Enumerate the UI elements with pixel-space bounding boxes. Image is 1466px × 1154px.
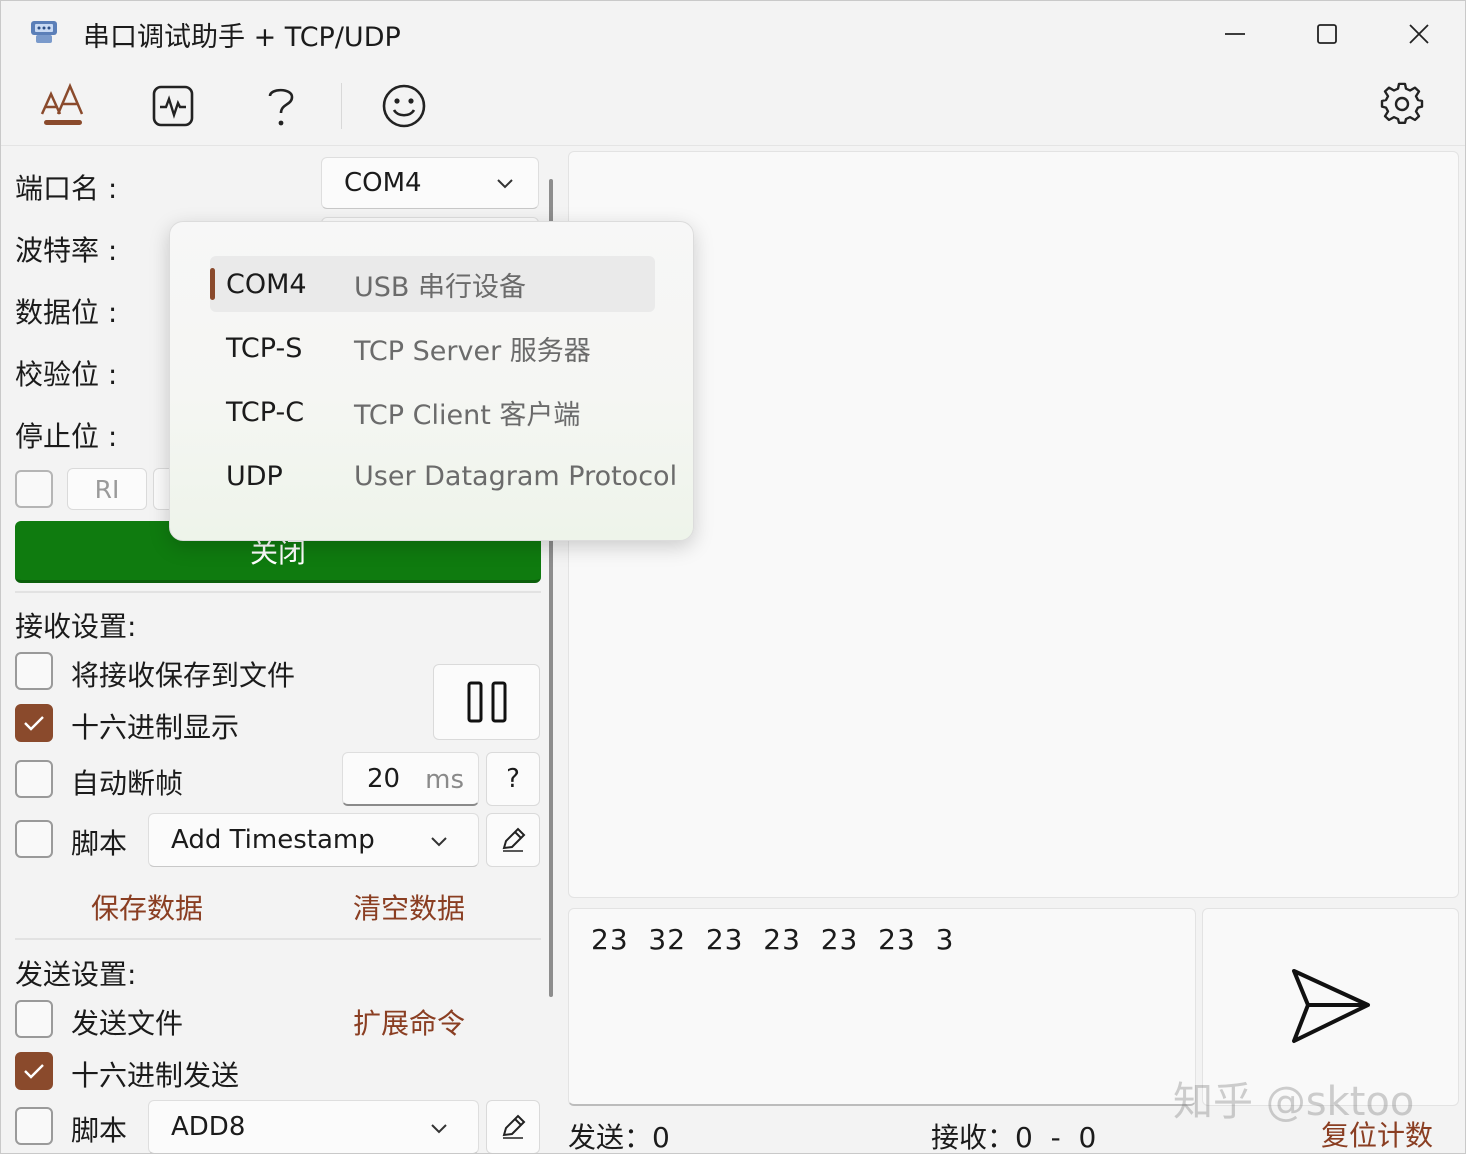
pause-icon (467, 681, 506, 723)
toolbar-separator (1, 145, 1465, 146)
chevron-down-icon (431, 837, 447, 847)
reset-counter-link[interactable]: 复位计数 (1321, 1114, 1433, 1153)
gear-icon (1380, 82, 1424, 124)
waveform-icon (152, 85, 194, 127)
save-to-file-checkbox[interactable] (15, 652, 53, 690)
font-icon (40, 82, 84, 125)
auto-frame-label: 自动断帧 (71, 767, 184, 800)
check-icon (24, 1064, 44, 1079)
smiley-button[interactable] (369, 71, 439, 141)
send-settings-header: 发送设置: (15, 958, 137, 991)
send-icon (1291, 969, 1370, 1043)
frame-help-button[interactable]: ? (486, 752, 540, 806)
databits-label: 数据位 : (15, 296, 118, 329)
close-icon (1409, 24, 1429, 44)
window-title: 串口调试助手 + TCP/UDP (83, 22, 401, 53)
frame-ms-value: 20 (367, 763, 401, 794)
hex-display-checkbox[interactable] (15, 704, 53, 742)
port-select[interactable]: COM4 (321, 157, 539, 209)
maximize-button[interactable] (1297, 9, 1357, 59)
dtr-checkbox[interactable] (15, 470, 53, 508)
clear-data-link[interactable]: 清空数据 (353, 887, 465, 927)
chevron-down-icon (431, 1124, 447, 1134)
frame-ms-unit: ms (425, 765, 464, 795)
divider-send (15, 938, 541, 940)
help-icon (268, 88, 294, 126)
app-window: 串口调试助手 + TCP/UDP 端口名: COM4 波特率: 数据位: … (0, 0, 1466, 1154)
port-option-desc: TCP Client 客户端 (354, 399, 581, 431)
stopbits-label: 停止位 : (15, 420, 118, 453)
toolbar-divider (341, 83, 342, 129)
hex-send-checkbox[interactable] (15, 1052, 53, 1090)
port-option-udp[interactable]: UDP User Datagram Protocol (210, 448, 680, 504)
sent-counter: 发送：0 (568, 1121, 670, 1154)
settings-button[interactable] (1367, 69, 1437, 139)
send-file-checkbox[interactable] (15, 1000, 53, 1038)
recv-script-value: Add Timestamp (171, 825, 375, 855)
recv-script-checkbox[interactable] (15, 820, 53, 858)
send-input[interactable]: 23 32 23 23 23 23 3 (568, 908, 1196, 1106)
ri-indicator: RI (67, 468, 147, 510)
send-script-edit-button[interactable] (486, 1100, 540, 1153)
waveform-button[interactable] (138, 71, 208, 141)
port-option-desc: TCP Server 服务器 (354, 335, 591, 367)
font-button[interactable] (29, 71, 99, 141)
port-option-com4[interactable]: COM4 USB 串行设备 (210, 256, 655, 312)
hex-send-label: 十六进制发送 (71, 1059, 240, 1092)
help-glyph: ? (506, 764, 520, 794)
port-label: 端口名 : (15, 172, 118, 205)
recv-script-edit-button[interactable] (486, 813, 540, 867)
pause-button[interactable] (433, 664, 540, 740)
port-option-key: UDP (226, 460, 283, 492)
port-option-key: TCP-C (226, 396, 305, 428)
help-button[interactable] (246, 71, 316, 141)
minimize-button[interactable] (1205, 9, 1265, 59)
maximize-icon (1317, 24, 1337, 44)
ri-label: RI (94, 474, 120, 504)
app-icon (27, 15, 61, 49)
smiley-icon (382, 84, 426, 128)
send-script-checkbox[interactable] (15, 1107, 53, 1145)
hex-display-label: 十六进制显示 (71, 711, 240, 744)
port-option-tcp-c[interactable]: TCP-C TCP Client 客户端 (210, 384, 655, 440)
pen-icon (502, 1114, 526, 1139)
pen-icon (502, 827, 526, 852)
divider-recv (15, 591, 541, 593)
send-script-label: 脚本 (71, 1114, 128, 1147)
recv-settings-header: 接收设置: (15, 610, 137, 643)
send-script-select[interactable]: ADD8 (148, 1100, 479, 1153)
port-option-desc: User Datagram Protocol (354, 460, 678, 492)
check-icon (24, 716, 44, 731)
ext-command-link[interactable]: 扩展命令 (353, 1002, 465, 1042)
port-option-key: TCP-S (226, 332, 303, 364)
port-dropdown-popup: COM4 USB 串行设备 TCP-S TCP Server 服务器 TCP-C… (169, 221, 694, 541)
selection-indicator (210, 268, 215, 300)
baud-label: 波特率 : (15, 234, 118, 267)
send-file-label: 发送文件 (71, 1007, 184, 1040)
port-option-tcp-s[interactable]: TCP-S TCP Server 服务器 (210, 320, 655, 376)
save-data-link[interactable]: 保存数据 (91, 887, 203, 927)
chevron-down-icon (497, 179, 513, 189)
port-option-desc: USB 串行设备 (354, 271, 527, 303)
recv-counter: 接收：0 - 0 (931, 1121, 1097, 1154)
receive-area[interactable] (568, 151, 1459, 898)
auto-frame-checkbox[interactable] (15, 760, 53, 798)
close-window-button[interactable] (1389, 9, 1449, 59)
send-input-text: 23 32 23 23 23 23 3 (591, 923, 955, 956)
frame-ms-input[interactable]: 20 ms (342, 752, 479, 806)
recv-script-label: 脚本 (71, 827, 128, 860)
port-select-value: COM4 (344, 168, 422, 198)
recv-script-select[interactable]: Add Timestamp (148, 813, 479, 867)
save-to-file-label: 将接收保存到文件 (71, 659, 296, 692)
minimize-icon (1225, 33, 1245, 35)
send-script-value: ADD8 (171, 1112, 246, 1142)
port-option-key: COM4 (226, 268, 307, 300)
parity-label: 校验位 : (15, 358, 118, 391)
